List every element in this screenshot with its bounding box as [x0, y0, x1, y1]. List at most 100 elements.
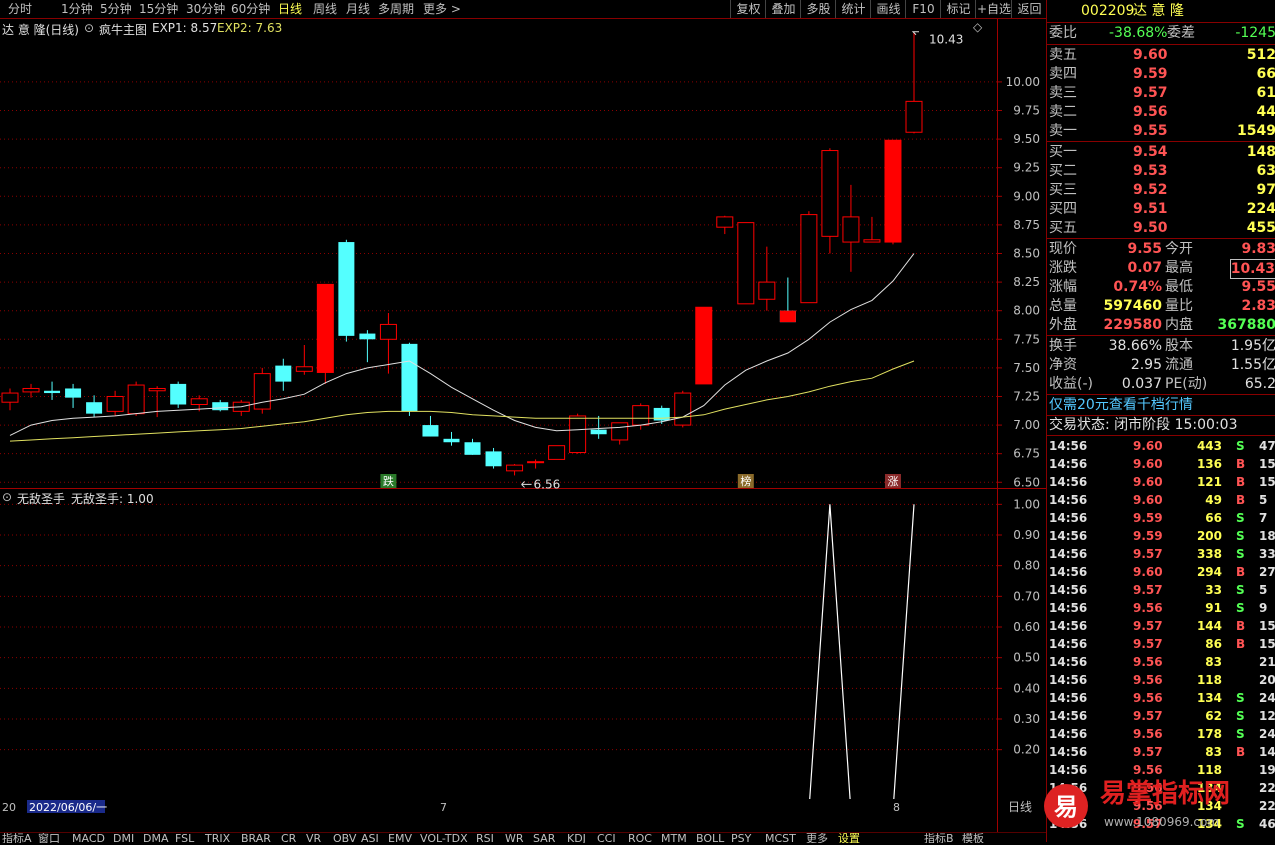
candle-body-down: [590, 429, 607, 435]
divider: [1047, 335, 1275, 336]
tick-price: 9.57: [1133, 583, 1163, 597]
candle-body-down: [212, 402, 229, 411]
tick-side: S: [1236, 727, 1245, 741]
tick-price: 9.60: [1133, 493, 1163, 507]
tick-volume: 91: [1205, 601, 1222, 615]
stat-label: 最低: [1165, 279, 1193, 295]
ask-price: 9.57: [1133, 85, 1168, 101]
exp1-value: EXP1: 8.57: [152, 21, 218, 35]
period-tab-8[interactable]: 月线: [346, 1, 370, 17]
ask-label: 卖一: [1049, 123, 1077, 139]
promo-link[interactable]: 仅需20元查看千档行情: [1047, 396, 1275, 414]
toolbar-button-7[interactable]: +自选: [975, 0, 1012, 18]
tick-row: 14:56 9.57 144 B 15: [1047, 617, 1275, 635]
quote-panel: 002209 达 意 隆委比 -38.68% 委差 -1245 卖五 9.60 512 卖四 9.…: [1046, 0, 1275, 842]
tick-count: 27: [1259, 565, 1275, 579]
date-cursor-label[interactable]: 2022/06/06/一: [29, 801, 107, 814]
stock-name: 达 意 隆: [1133, 3, 1184, 19]
bid-price: 9.53: [1133, 163, 1168, 179]
tick-time: 14:56: [1049, 439, 1088, 453]
tick-price: 9.57: [1133, 637, 1163, 651]
candle-body-strong-up: [695, 307, 712, 384]
candle-body-up: [758, 281, 776, 300]
tick-row: 14:56 9.56 134 S 24: [1047, 689, 1275, 707]
tick-side: B: [1236, 745, 1246, 759]
period-tab-2[interactable]: 5分钟: [100, 1, 132, 17]
bid-row: 买一 9.54 148: [1047, 143, 1275, 161]
candle-body-up: [190, 398, 208, 405]
event-marker-label: 榜: [740, 474, 751, 488]
sub-collapse-icon[interactable]: ⊙: [2, 490, 12, 504]
chart-area[interactable]: 10.00 9.75 9.50 9.25 9.00 8.75 8.50 8.25 8.00 7.7…: [0, 19, 1046, 832]
stat-row: 涨幅 0.74% 最低 9.55: [1047, 278, 1275, 296]
stat-value: 0.74%: [1113, 279, 1162, 295]
toolbar-button-0[interactable]: 复权: [730, 0, 766, 18]
tick-price: 9.59: [1133, 529, 1163, 543]
period-tab-10[interactable]: 更多 >: [423, 1, 461, 17]
tick-volume: 443: [1196, 439, 1222, 453]
period-tab-5[interactable]: 60分钟: [231, 1, 270, 17]
tick-time: 14:56: [1049, 637, 1088, 651]
stat-label: 最高: [1165, 260, 1193, 276]
candle-body-down: [338, 242, 355, 336]
tick-time: 14:56: [1049, 529, 1088, 543]
candle-body-strong-up: [884, 140, 901, 243]
stat-label: 涨幅: [1049, 279, 1077, 295]
candle-body-down: [86, 402, 103, 414]
period-tab-9[interactable]: 多周期: [378, 1, 414, 17]
candle-body-up: [569, 415, 587, 454]
ask-volume: 44: [1256, 104, 1275, 120]
toolbar-button-8[interactable]: 返回: [1011, 0, 1047, 18]
stat-label: 收益(-): [1049, 376, 1093, 392]
period-tab-0[interactable]: 分时: [8, 1, 32, 17]
main-y-tick-label: 6.50: [1013, 475, 1040, 489]
tick-time: 14:56: [1049, 583, 1088, 597]
main-indicator-name[interactable]: 疯牛主图: [99, 21, 147, 38]
toolbar-button-2[interactable]: 多股: [800, 0, 836, 18]
sub-indicator-name[interactable]: 无敌圣手: [17, 490, 65, 507]
tick-count: 15: [1259, 637, 1275, 651]
stat-label: 现价: [1049, 241, 1077, 257]
toolbar-button-3[interactable]: 统计: [835, 0, 871, 18]
tick-volume: 83: [1205, 655, 1222, 669]
weibi-row: 委比 -38.68% 委差 -1245: [1047, 24, 1275, 42]
candle-body-strong-up: [317, 284, 334, 373]
sub-y-tick-label: 1.00: [1013, 497, 1040, 511]
collapse-icon[interactable]: ⊙: [84, 21, 94, 35]
tick-row: 14:56 9.60 136 B 15: [1047, 455, 1275, 473]
bid-volume: 455: [1246, 220, 1275, 236]
toolbar-button-4[interactable]: 画线: [870, 0, 906, 18]
ask-row: 卖五 9.60 512: [1047, 46, 1275, 64]
tick-price: 9.57: [1133, 745, 1163, 759]
tick-side: S: [1236, 601, 1245, 615]
period-tab-6[interactable]: 日线: [278, 1, 302, 17]
tick-row: 14:56 9.60 443 S 47: [1047, 437, 1275, 455]
toolbar-button-5[interactable]: F10: [905, 0, 941, 18]
period-tab-7[interactable]: 周线: [313, 1, 337, 17]
tick-row: 14:56 9.60 49 B 5: [1047, 491, 1275, 509]
candle-body-down: [275, 365, 292, 382]
ask-volume: 61: [1256, 85, 1275, 101]
period-tab-1[interactable]: 1分钟: [61, 1, 93, 17]
main-y-tick-label: 10.00: [1006, 75, 1040, 89]
period-tab-4[interactable]: 30分钟: [186, 1, 225, 17]
toolbar-button-6[interactable]: 标记: [940, 0, 976, 18]
tick-count: 15: [1259, 475, 1275, 489]
stat-label: 换手: [1049, 338, 1077, 354]
period-label[interactable]: 日线: [1008, 800, 1032, 814]
exp2-value: EXP2: 7.63: [217, 21, 283, 35]
main-y-tick-label: 8.25: [1013, 275, 1040, 289]
stat-value: 367880: [1217, 317, 1275, 333]
sub-y-tick-label: 0.40: [1013, 681, 1040, 695]
tick-volume: 66: [1205, 511, 1222, 525]
period-tab-3[interactable]: 15分钟: [139, 1, 178, 17]
ask-row: 卖一 9.55 1549: [1047, 122, 1275, 140]
divider: [1047, 22, 1275, 23]
candle-body-up: [842, 216, 860, 243]
diamond-icon[interactable]: ◇: [973, 20, 982, 34]
main-y-tick-label: 6.75: [1013, 447, 1040, 461]
toolbar-button-1[interactable]: 叠加: [765, 0, 801, 18]
tick-time: 14:56: [1049, 511, 1088, 525]
ask-price: 9.56: [1133, 104, 1168, 120]
ask-price: 9.59: [1133, 66, 1168, 82]
